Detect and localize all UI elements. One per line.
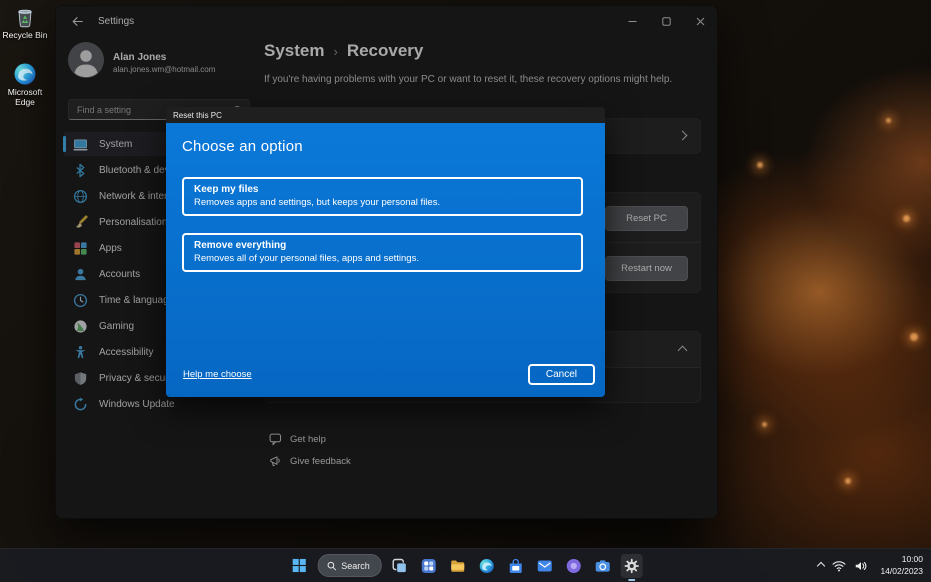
settings-taskbar-button[interactable] (621, 554, 643, 578)
store-icon (508, 558, 524, 574)
bokeh-dot (903, 215, 910, 222)
option-title: Remove everything (194, 239, 571, 252)
help-me-choose-link[interactable]: Help me choose (183, 369, 252, 380)
desktop-icon-recycle-bin[interactable]: Recycle Bin (1, 5, 49, 41)
cancel-button[interactable]: Cancel (528, 364, 595, 385)
widgets-button[interactable] (418, 554, 440, 578)
task-view-button[interactable] (389, 554, 411, 578)
file-explorer-icon (450, 558, 466, 574)
desktop-icon-label: Recycle Bin (1, 31, 49, 41)
system-tray: 10:00 14/02/2023 (818, 549, 923, 582)
windows-start-icon (292, 558, 307, 573)
recycle-bin-icon (1, 5, 49, 29)
dialog-footer: Help me choose Cancel (183, 364, 595, 385)
tray-chevron-up-icon[interactable] (817, 561, 825, 569)
photos-button[interactable] (563, 554, 585, 578)
volume-icon[interactable] (854, 560, 868, 572)
mail-icon (537, 558, 553, 574)
bokeh-dot (762, 422, 767, 427)
option-remove-everything[interactable]: Remove everything Removes all of your pe… (182, 233, 583, 272)
photos-icon (566, 558, 582, 574)
dialog-titlebar: Reset this PC (166, 107, 605, 123)
reset-options: Keep my files Removes apps and settings,… (182, 177, 583, 272)
option-title: Keep my files (194, 183, 571, 196)
taskbar-search-label: Search (341, 561, 370, 571)
edge-icon (1, 62, 49, 86)
dialog-heading: Choose an option (182, 138, 583, 155)
taskbar-center: Search (288, 549, 643, 582)
clock-time: 10:00 (880, 554, 923, 565)
bokeh-dot (886, 118, 891, 123)
option-description: Removes all of your personal files, apps… (194, 253, 571, 265)
desktop-icon-microsoft-edge[interactable]: Microsoft Edge (1, 62, 49, 108)
wifi-icon[interactable] (832, 560, 846, 572)
option-keep-my-files[interactable]: Keep my files Removes apps and settings,… (182, 177, 583, 216)
bokeh-dot (910, 333, 918, 341)
start-button[interactable] (288, 554, 310, 578)
reset-pc-dialog: Reset this PC Choose an option Keep my f… (166, 107, 605, 397)
taskbar: Search (0, 548, 931, 582)
bokeh-dot (845, 478, 851, 484)
camera-button[interactable] (592, 554, 614, 578)
edge-button[interactable] (476, 554, 498, 578)
taskbar-clock[interactable]: 10:00 14/02/2023 (880, 554, 923, 576)
dialog-body: Choose an option Keep my files Removes a… (166, 123, 605, 397)
taskbar-search[interactable]: Search (317, 554, 382, 577)
option-description: Removes apps and settings, but keeps you… (194, 197, 571, 209)
desktop-icon-label: Microsoft Edge (1, 88, 49, 108)
file-explorer-button[interactable] (447, 554, 469, 578)
mail-button[interactable] (534, 554, 556, 578)
task-view-icon (392, 558, 408, 574)
search-icon (326, 561, 336, 571)
camera-icon (595, 558, 611, 574)
widgets-icon (421, 558, 437, 574)
clock-date: 14/02/2023 (880, 566, 923, 577)
dialog-title: Reset this PC (173, 111, 222, 120)
edge-icon (479, 558, 495, 574)
settings-gear-icon (624, 558, 640, 574)
bokeh-dot (757, 162, 763, 168)
store-button[interactable] (505, 554, 527, 578)
